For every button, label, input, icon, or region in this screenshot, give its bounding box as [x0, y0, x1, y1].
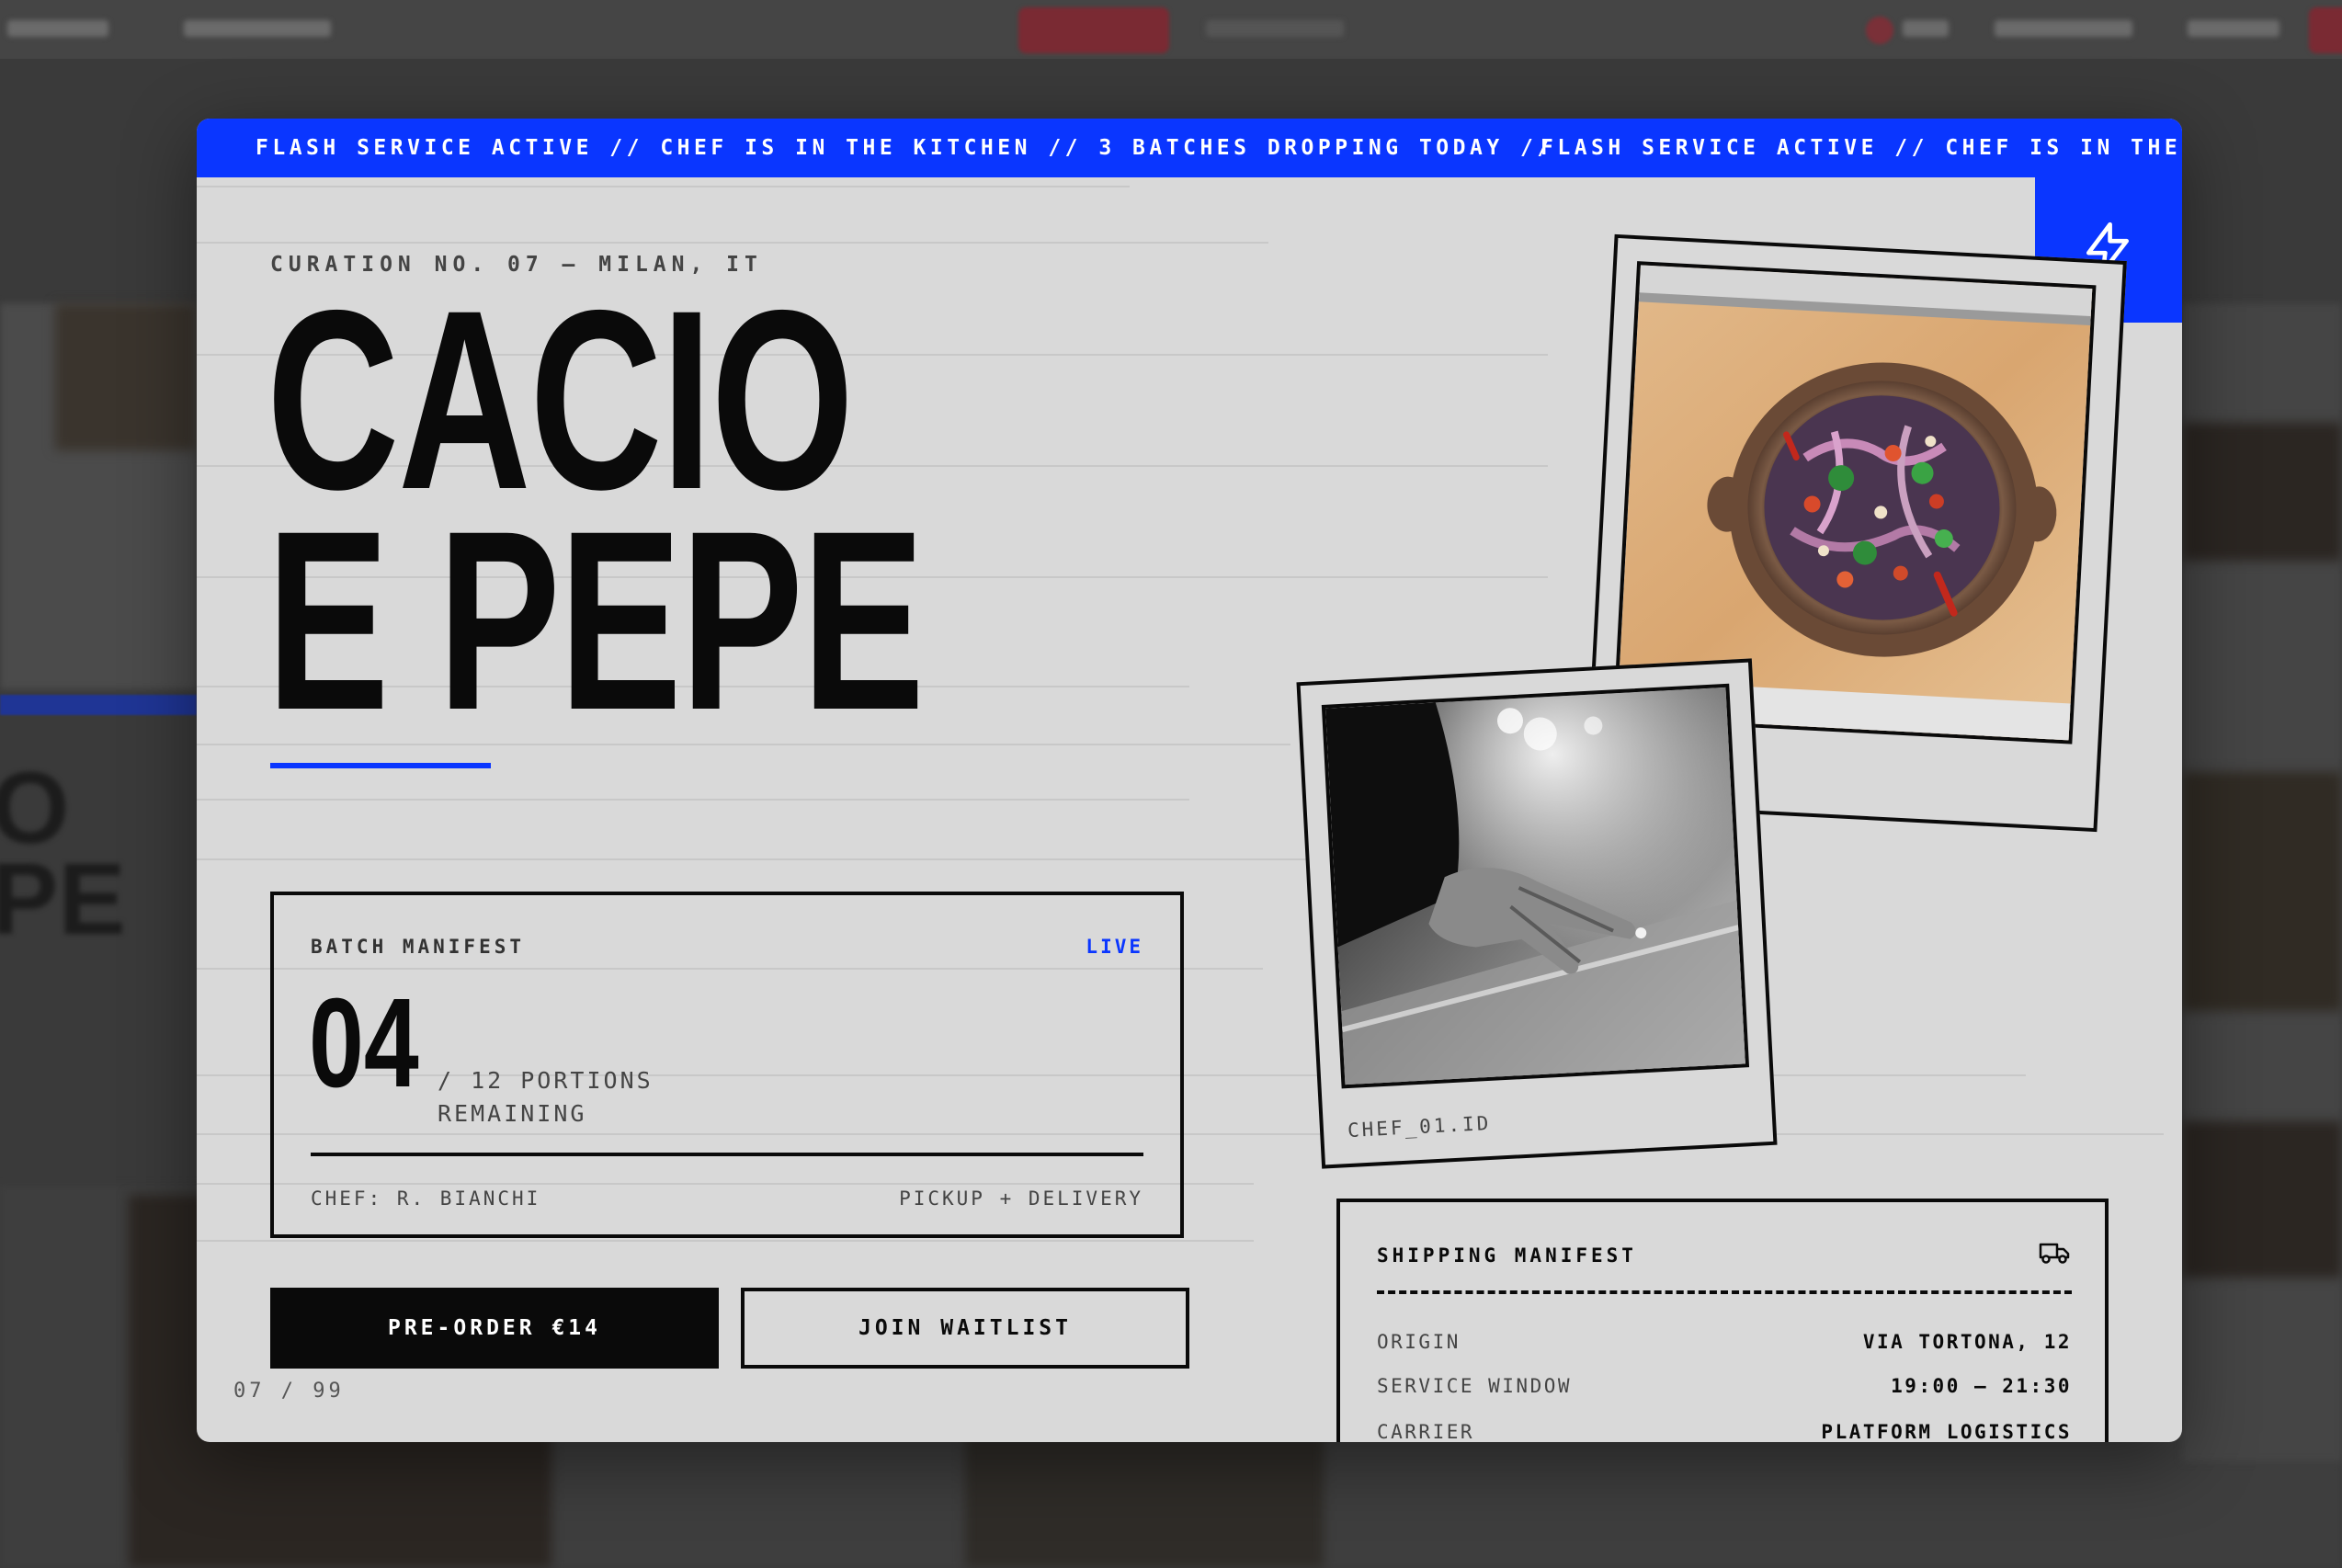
background-nav-item [184, 20, 331, 37]
ruled-line [197, 1240, 1254, 1242]
background-badge [1866, 17, 1893, 44]
shipping-key: ORIGIN [1377, 1331, 1461, 1353]
shipping-value: VIA TORTONA, 12 [1862, 1331, 2072, 1353]
ticker-text-repeat: FLASH SERVICE ACTIVE // CHEF IS IN THE K… [1540, 136, 2182, 160]
join-waitlist-button[interactable]: JOIN WAITLIST [741, 1288, 1189, 1369]
shipping-manifest-title: SHIPPING MANIFEST [1377, 1244, 1637, 1267]
ruled-line [197, 242, 1268, 244]
batch-manifest-title: BATCH MANIFEST [311, 936, 526, 958]
chef-photo [1321, 683, 1750, 1089]
background-nav-item [7, 20, 108, 37]
background-stripe [0, 695, 197, 715]
shipping-divider [1377, 1290, 2072, 1294]
background-photo [2182, 423, 2342, 561]
shipping-row-service-window: SERVICE WINDOW 19:00 — 21:30 [1377, 1375, 2072, 1403]
flash-service-ticker: FLASH SERVICE ACTIVE // CHEF IS IN THE K… [197, 119, 2182, 177]
chef-hand-image [1324, 687, 1750, 1089]
chef-photo-caption: CHEF_01.ID [1347, 1111, 1492, 1142]
ticker-text: FLASH SERVICE ACTIVE // CHEF IS IN THE K… [256, 136, 1554, 160]
background-nav-item [2188, 20, 2279, 37]
portions-total-label: / 12 PORTIONS REMAINING [438, 1067, 654, 1127]
shipping-key: SERVICE WINDOW [1377, 1375, 1573, 1397]
background-nav-item [1995, 20, 2132, 37]
batch-manifest: BATCH MANIFEST LIVE 04 / 12 PORTIONS REM… [270, 892, 1184, 1238]
background-nav-item [1903, 20, 1949, 37]
background-heading: O PE [0, 752, 126, 956]
batch-divider [311, 1153, 1143, 1156]
title-underline [270, 763, 491, 768]
background-cta [2309, 7, 2342, 53]
dish-title: CACIO E PEPE [267, 272, 925, 748]
shipping-value: 19:00 — 21:30 [1891, 1375, 2072, 1397]
portions-remaining-count: 04 [309, 972, 419, 1114]
shipping-manifest: SHIPPING MANIFEST ORIGIN VIA TORTONA, 12… [1336, 1199, 2109, 1442]
ruled-line [197, 186, 1130, 187]
shipping-row-origin: ORIGIN VIA TORTONA, 12 [1377, 1331, 2072, 1358]
chef-polaroid: CHEF_01.ID [1296, 658, 1778, 1169]
chef-name: CHEF: R. BIANCHI [311, 1187, 541, 1210]
page-counter: 07 / 99 [233, 1380, 345, 1403]
fulfillment-mode: PICKUP + DELIVERY [899, 1187, 1143, 1210]
product-modal: FLASH SERVICE ACTIVE // CHEF IS IN THE K… [197, 119, 2182, 1442]
live-status-badge: LIVE [1086, 936, 1143, 958]
truck-icon [2039, 1243, 2070, 1264]
background-photo [55, 303, 197, 450]
ruled-line [197, 799, 1189, 801]
background-nav-item [1206, 20, 1344, 37]
background-photo [2182, 772, 2342, 1011]
background-photo [965, 1434, 1324, 1568]
background-cta [1018, 7, 1169, 53]
shipping-row-carrier: CARRIER PLATFORM LOGISTICS [1377, 1421, 2072, 1442]
background-topbar [0, 0, 2342, 59]
shipping-key: CARRIER [1377, 1421, 1475, 1442]
background-photo [2182, 1121, 2342, 1278]
shipping-value: PLATFORM LOGISTICS [1821, 1421, 2072, 1442]
dish-title-line-2: E PEPE [267, 477, 925, 763]
preorder-button[interactable]: PRE-ORDER €14 [270, 1288, 719, 1369]
